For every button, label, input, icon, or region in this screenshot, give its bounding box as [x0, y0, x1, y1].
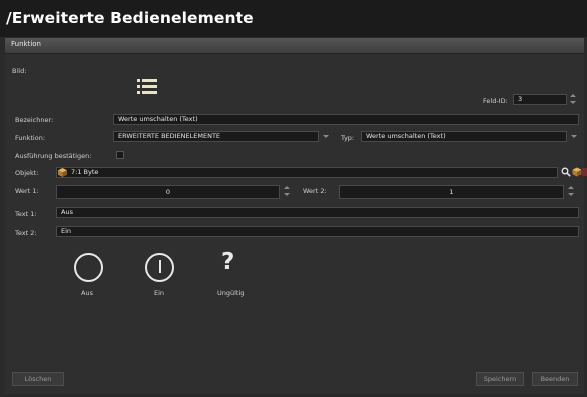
ungueltig-state-label: Ungültig: [217, 289, 245, 297]
text1-input[interactable]: Aus: [56, 207, 579, 218]
ein-state-label: Ein: [154, 289, 165, 297]
loeschen-button[interactable]: Löschen: [12, 372, 64, 386]
object-add-icon[interactable]: [572, 167, 582, 177]
wert1-label: Wert 1:: [15, 187, 39, 195]
wert1-spinner[interactable]: [283, 185, 291, 198]
feld-id-label: Feld-ID:: [483, 97, 508, 105]
section-header: Funktion: [5, 38, 584, 54]
object-cube-icon: [58, 168, 67, 177]
objekt-label: Objekt:: [15, 169, 39, 177]
funktion-label: Funktion:: [15, 134, 46, 142]
feld-id-spinner[interactable]: [569, 93, 577, 106]
form-panel: [5, 54, 584, 394]
speichern-button[interactable]: Speichern: [476, 372, 524, 386]
bezeichner-input[interactable]: Werte umschalten (Text): [113, 114, 579, 125]
wert2-label: Wert 2:: [303, 187, 327, 195]
aus-state-label: Aus: [81, 289, 93, 297]
bezeichner-label: Bezeichner:: [15, 116, 54, 124]
title-bar: /Erweiterte Bedienelemente: [0, 0, 587, 37]
objekt-input[interactable]: 7:1 Byte: [56, 167, 558, 178]
spinner-up-icon[interactable]: [568, 186, 574, 189]
window-title: /Erweiterte Bedienelemente: [6, 9, 254, 27]
spinner-down-icon[interactable]: [284, 193, 290, 196]
dropdown-arrow-icon[interactable]: [323, 135, 329, 138]
search-icon[interactable]: [561, 167, 571, 177]
text1-label: Text 1:: [15, 210, 37, 218]
funktion-select[interactable]: ERWEITERTE BEDIENELEMENTE: [113, 131, 319, 142]
text2-label: Text 2:: [15, 229, 37, 237]
spinner-up-icon[interactable]: [284, 186, 290, 189]
list-icon[interactable]: [137, 78, 157, 96]
wert2-spinner[interactable]: [567, 185, 575, 198]
wert2-input[interactable]: 1: [339, 185, 564, 199]
spinner-up-icon[interactable]: [570, 94, 576, 97]
circle-off-icon: [74, 253, 103, 282]
typ-select[interactable]: Werte umschalten (Text): [361, 131, 567, 142]
typ-label: Typ:: [341, 134, 355, 142]
question-icon: ?: [221, 249, 235, 275]
section-label: Funktion: [11, 40, 41, 48]
object-remove-icon[interactable]: [582, 167, 587, 177]
circle-on-bar: [158, 260, 161, 273]
bild-label: Bild:: [12, 67, 27, 75]
spinner-down-icon[interactable]: [568, 193, 574, 196]
feld-id-input[interactable]: 3: [513, 94, 567, 105]
text2-input[interactable]: Ein: [56, 226, 579, 237]
spinner-down-icon[interactable]: [570, 101, 576, 104]
ausfuehrung-label: Ausführung bestätigen:: [15, 152, 92, 160]
circle-on-icon: [145, 253, 174, 282]
dialog-window: /Erweiterte Bedienelemente Funktion Bild…: [0, 0, 587, 397]
beenden-button[interactable]: Beenden: [532, 372, 578, 386]
ausfuehrung-checkbox[interactable]: [116, 151, 124, 159]
wert1-input[interactable]: 0: [56, 185, 280, 199]
dropdown-arrow-icon[interactable]: [571, 135, 577, 138]
